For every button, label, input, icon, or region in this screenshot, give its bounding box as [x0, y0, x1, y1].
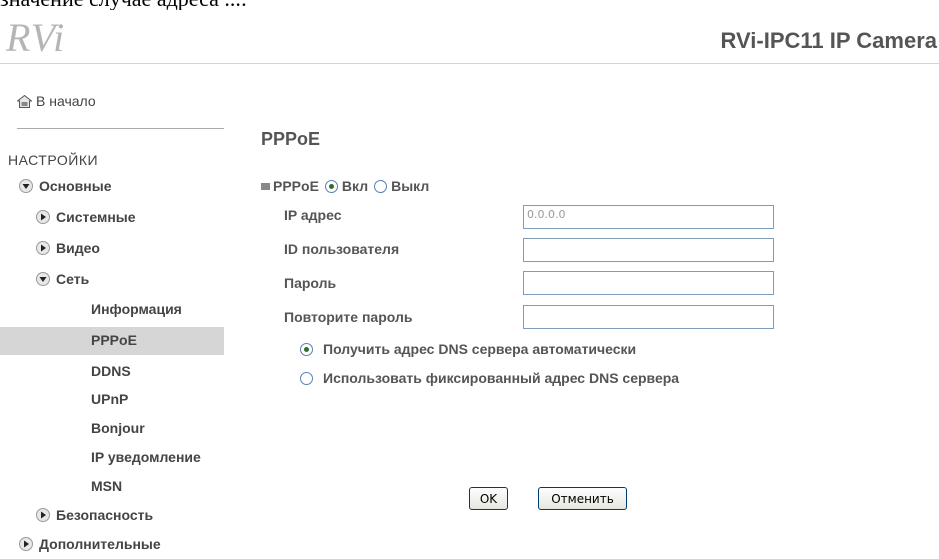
sidebar-item-label: Дополнительные: [39, 536, 161, 552]
expand-down-icon: [36, 272, 50, 286]
repeat-password-field[interactable]: [523, 305, 774, 329]
sidebar-subitem-upnp[interactable]: UPnP: [91, 391, 128, 407]
sidebar-item-label: Сеть: [56, 271, 90, 287]
password-field[interactable]: [523, 271, 774, 295]
home-icon: [17, 94, 32, 108]
pppoe-on-label[interactable]: Вкл: [342, 178, 368, 194]
password-label: Пароль: [284, 275, 337, 291]
pppoe-on-radio[interactable]: [324, 179, 338, 193]
dns-fixed-radio[interactable]: [300, 371, 313, 385]
sidebar-item-label: Основные: [39, 178, 112, 194]
camera-title: RVi-IPC11 IP Camera: [720, 28, 937, 53]
sidebar-subitem-msn[interactable]: MSN: [91, 478, 122, 494]
cancel-button[interactable]: Отменить: [538, 487, 627, 510]
dns-auto-option[interactable]: Получить адрес DNS сервера автоматически: [300, 341, 636, 357]
sidebar-item-advanced[interactable]: Дополнительные: [19, 536, 161, 552]
ip-address-label: IP адрес: [284, 207, 342, 223]
main-content: PPPoE PPPoE Вкл Выкл IP адрес 0.0.0.0 ID…: [224, 65, 939, 559]
sidebar-item-label: Системные: [56, 209, 136, 225]
expand-down-icon: [19, 179, 33, 193]
header: RVi RVi-IPC11 IP Camera: [0, 14, 939, 64]
home-label: В начало: [36, 93, 96, 109]
sidebar-divider: [17, 128, 224, 129]
sidebar-subitem-pppoe[interactable]: PPPoE: [0, 327, 224, 355]
repeat-password-label: Повторите пароль: [284, 309, 413, 325]
user-id-label: ID пользователя: [284, 241, 400, 257]
settings-heading: НАСТРОЙКИ: [8, 152, 99, 168]
expand-right-icon: [36, 508, 50, 522]
user-id-field[interactable]: [523, 238, 774, 262]
expand-right-icon: [36, 210, 50, 224]
pppoe-off-radio[interactable]: [374, 179, 388, 193]
dns-fixed-label[interactable]: Использовать фиксированный адрес DNS сер…: [323, 370, 679, 386]
expand-right-icon: [19, 537, 33, 551]
dns-auto-label[interactable]: Получить адрес DNS сервера автоматически: [323, 341, 636, 357]
pppoe-toggle-row: PPPoE Вкл Выкл: [261, 178, 429, 194]
sidebar-subitem-label: PPPoE: [91, 332, 137, 348]
dns-fixed-option[interactable]: Использовать фиксированный адрес DNS сер…: [300, 370, 679, 386]
ip-address-field[interactable]: 0.0.0.0: [523, 205, 774, 229]
pppoe-label: PPPoE: [273, 178, 319, 194]
sidebar-item-basic[interactable]: Основные: [19, 178, 112, 194]
sidebar-item-label: Видео: [56, 240, 100, 256]
home-link[interactable]: В начало: [17, 93, 96, 109]
sidebar-item-network[interactable]: Сеть: [36, 271, 89, 287]
dns-auto-radio[interactable]: [300, 342, 313, 356]
sidebar-subitem-info[interactable]: Информация: [91, 301, 182, 317]
ok-button[interactable]: OK: [469, 487, 508, 510]
sidebar-subitem-ddns[interactable]: DDNS: [91, 363, 131, 379]
page-title: PPPoE: [261, 129, 321, 149]
document-text-fragment: значение случае адреса ...:: [0, 0, 939, 10]
pppoe-off-label[interactable]: Выкл: [391, 178, 429, 194]
sidebar-item-system[interactable]: Системные: [36, 209, 136, 225]
sidebar-subitem-ip-notify[interactable]: IP уведомление: [91, 449, 201, 465]
rvi-logo: RVi: [6, 15, 66, 60]
sidebar-item-security[interactable]: Безопасность: [36, 507, 153, 523]
bullet-icon: [261, 182, 270, 190]
sidebar: В начало НАСТРОЙКИ Основные Системные Ви…: [0, 65, 224, 559]
expand-right-icon: [36, 241, 50, 255]
sidebar-subitem-bonjour[interactable]: Bonjour: [91, 420, 145, 436]
sidebar-item-video[interactable]: Видео: [36, 240, 100, 256]
sidebar-item-label: Безопасность: [56, 507, 154, 523]
